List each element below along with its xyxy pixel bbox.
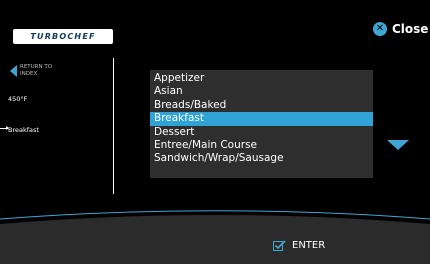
checkbox-check-icon xyxy=(273,240,286,251)
sidebar-divider xyxy=(113,58,114,194)
category-item-dessert[interactable]: Dessert xyxy=(150,126,373,139)
footer-wave-divider xyxy=(0,210,430,226)
scroll-down-icon[interactable] xyxy=(387,140,409,150)
selected-category-readout: Breakfast xyxy=(8,126,39,134)
category-item-appetizer[interactable]: Appetizer xyxy=(150,72,373,85)
category-item-sandwich-wrap-sausage[interactable]: Sandwich/Wrap/Sausage xyxy=(150,152,373,165)
category-item-asian[interactable]: Asian xyxy=(150,85,373,98)
return-to-index-button[interactable]: RETURN TO INDEX xyxy=(10,64,58,78)
category-item-breakfast[interactable]: Breakfast xyxy=(150,112,373,126)
return-arrow-icon xyxy=(10,65,17,77)
temperature-readout: 450°F xyxy=(8,95,28,103)
close-button[interactable]: ✕ Close xyxy=(373,22,428,36)
close-icon: ✕ xyxy=(373,22,387,36)
category-item-entree-main-course[interactable]: Entree/Main Course xyxy=(150,139,373,152)
category-list: Appetizer Asian Breads/Baked Breakfast D… xyxy=(150,70,373,178)
footer-bar xyxy=(0,224,430,264)
enter-label: ENTER xyxy=(292,240,326,251)
enter-button[interactable]: ENTER xyxy=(273,240,325,251)
selection-pointer xyxy=(0,126,9,130)
close-label: Close xyxy=(392,22,429,36)
turbochef-logo: TURBOCHEF xyxy=(13,29,113,44)
return-to-index-label: RETURN TO INDEX xyxy=(20,64,53,77)
category-item-breads-baked[interactable]: Breads/Baked xyxy=(150,99,373,112)
